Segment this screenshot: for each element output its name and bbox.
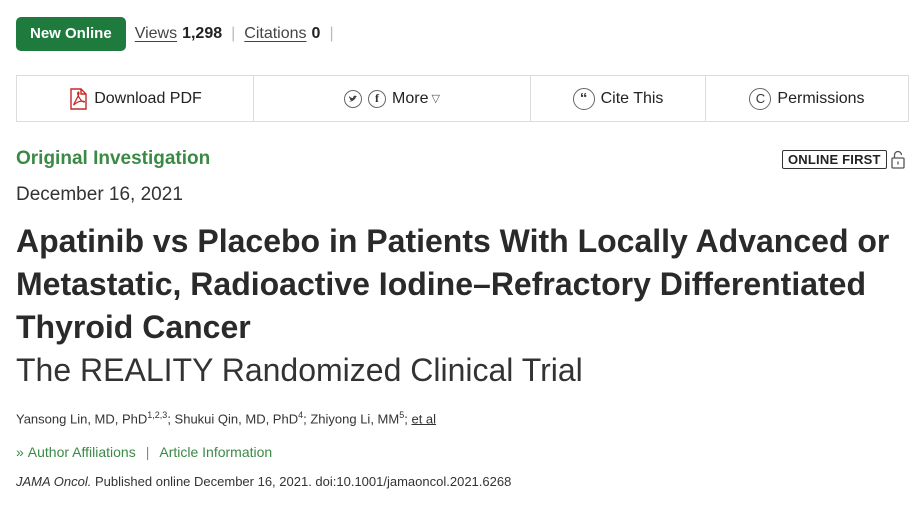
article-toolbar: Download PDF f More ▽ “ Cite This C Perm… — [16, 75, 909, 122]
unlock-icon — [890, 149, 906, 174]
author-affiliations-link[interactable]: Author Affiliations — [28, 444, 136, 460]
article-section[interactable]: Original Investigation — [16, 148, 210, 170]
journal-name: JAMA Oncol. — [16, 474, 92, 489]
permissions-label: Permissions — [777, 89, 865, 107]
author-name[interactable]: Shukui Qin, MD, PhD — [175, 411, 299, 426]
article-information-link[interactable]: Article Information — [159, 444, 272, 460]
citations-stat[interactable]: Citations 0 — [244, 25, 320, 43]
cite-this-button[interactable]: “ Cite This — [531, 76, 706, 121]
quote-icon: “ — [572, 87, 595, 110]
author-affiliation-ref: 5 — [399, 410, 405, 420]
citation-text: Published online December 16, 2021. doi:… — [95, 474, 512, 489]
permissions-button[interactable]: C Permissions — [706, 76, 908, 121]
publication-date: December 16, 2021 — [16, 184, 183, 205]
pdf-icon — [68, 87, 88, 110]
author-list: Yansong Lin, MD, PhD1,2,3; Shukui Qin, M… — [16, 410, 437, 427]
views-stat[interactable]: Views 1,298 — [135, 25, 222, 43]
download-pdf-label: Download PDF — [94, 89, 202, 107]
facebook-icon[interactable]: f — [368, 89, 387, 108]
author-affiliation-ref: 4 — [298, 410, 304, 420]
download-pdf-button[interactable]: Download PDF — [17, 76, 254, 121]
twitter-icon[interactable] — [344, 89, 363, 108]
divider: | — [231, 25, 236, 42]
author-name[interactable]: Zhiyong Li, MM — [310, 411, 399, 426]
new-online-badge: New Online — [16, 17, 126, 51]
author-name[interactable]: Yansong Lin, MD, PhD — [16, 411, 147, 426]
more-label: More — [392, 89, 429, 107]
article-links: » Author Affiliations | Article Informat… — [16, 444, 272, 460]
citations-count: 0 — [311, 25, 321, 42]
divider: | — [329, 25, 334, 42]
online-first-badge: ONLINE FIRST — [782, 150, 887, 169]
double-chevron-right-icon: » — [16, 444, 24, 460]
article-stats: New Online Views 1,298 | Citations 0 | — [16, 17, 334, 51]
citations-label[interactable]: Citations — [244, 25, 306, 43]
more-menu[interactable]: f More ▽ — [254, 76, 531, 121]
chevron-down-icon: ▽ — [431, 93, 440, 105]
et-al-link[interactable]: et al — [411, 411, 436, 426]
cite-this-label: Cite This — [600, 89, 664, 107]
copyright-icon: C — [749, 87, 772, 110]
article-subtitle: The REALITY Randomized Clinical Trial — [16, 352, 583, 388]
article-title: Apatinib vs Placebo in Patients With Loc… — [16, 223, 890, 345]
divider: | — [145, 444, 150, 460]
views-label[interactable]: Views — [135, 25, 177, 43]
citation-line: JAMA Oncol. Published online December 16… — [16, 474, 511, 489]
author-affiliation-ref: 1,2,3 — [147, 410, 168, 420]
views-count: 1,298 — [182, 25, 223, 42]
